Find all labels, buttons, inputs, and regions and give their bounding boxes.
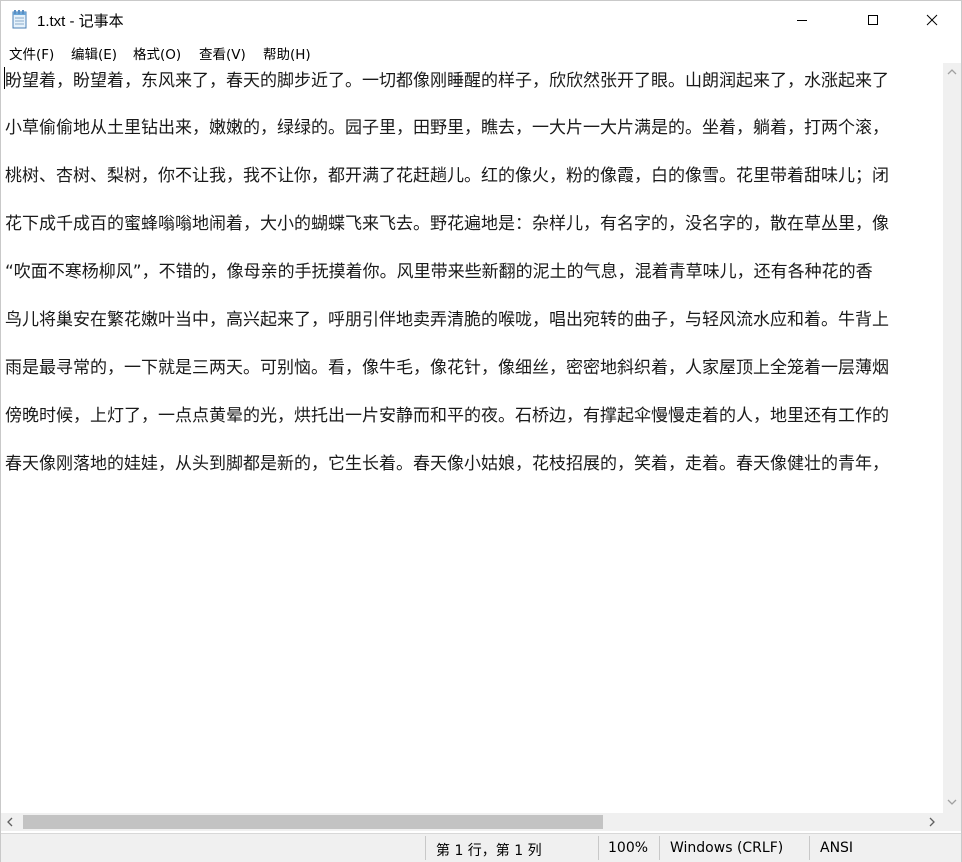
text-editor[interactable]: 盼望着，盼望着，东风来了，春天的脚步近了。一切都像刚睡醒的样子，欣欣然张开了眼。… — [1, 63, 943, 813]
menu-help[interactable]: 帮助(H) — [263, 43, 311, 63]
menu-view[interactable]: 查看(V) — [199, 43, 246, 63]
chevron-left-icon — [7, 817, 13, 827]
scroll-up-button[interactable] — [943, 63, 961, 81]
text-line: 鸟儿将巢安在繁花嫩叶当中，高兴起来了，呼朋引伴地卖弄清脆的喉咙，唱出宛转的曲子，… — [5, 310, 889, 330]
status-bar: 第 1 行，第 1 列 100% Windows (CRLF) ANSI — [1, 833, 961, 862]
menu-file[interactable]: 文件(F) — [9, 43, 54, 63]
notepad-app-icon[interactable] — [12, 10, 28, 29]
status-cursor-position: 第 1 行，第 1 列 — [436, 843, 542, 859]
scroll-right-button[interactable] — [923, 813, 941, 831]
minimize-icon — [797, 20, 807, 21]
status-separator — [809, 836, 810, 860]
menu-bar: 文件(F) 编辑(E) 格式(O) 查看(V) 帮助(H) — [1, 39, 961, 63]
text-line: 盼望着，盼望着，东风来了，春天的脚步近了。一切都像刚睡醒的样子，欣欣然张开了眼。… — [5, 71, 889, 91]
maximize-icon — [868, 15, 878, 25]
title-bar[interactable]: 1.txt - 记事本 — [1, 1, 961, 39]
close-icon — [926, 14, 938, 26]
vertical-scrollbar[interactable] — [943, 63, 961, 813]
text-line: 春天像刚落地的娃娃，从头到脚都是新的，它生长着。春天像小姑娘，花枝招展的，笑着，… — [5, 454, 889, 474]
close-button[interactable] — [909, 1, 955, 39]
scrollbar-corner — [943, 813, 961, 831]
status-separator — [659, 836, 660, 860]
horizontal-scrollbar[interactable] — [1, 813, 943, 831]
chevron-right-icon — [929, 817, 935, 827]
text-line: 小草偷偷地从土里钻出来，嫩嫩的，绿绿的。园子里，田野里，瞧去，一大片一大片满是的… — [5, 118, 889, 138]
chevron-up-icon — [947, 69, 957, 75]
status-separator — [425, 836, 426, 860]
notepad-window: 1.txt - 记事本 文件(F) 编辑(E) 格式(O) 查看(V) 帮助(H… — [0, 0, 962, 862]
text-line: 傍晚时候，上灯了，一点点黄晕的光，烘托出一片安静而和平的夜。石桥边，有撑起伞慢慢… — [5, 406, 889, 426]
text-line: “吹面不寒杨柳风”，不错的，像母亲的手抚摸着你。风里带来些新翻的泥土的气息，混着… — [5, 262, 873, 282]
text-line: 花下成千成百的蜜蜂嗡嗡地闹着，大小的蝴蝶飞来飞去。野花遍地是：杂样儿，有名字的，… — [5, 214, 889, 234]
menu-edit[interactable]: 编辑(E) — [71, 43, 117, 63]
maximize-button[interactable] — [850, 1, 896, 39]
status-line-ending: Windows (CRLF) — [670, 840, 784, 856]
scroll-left-button[interactable] — [1, 813, 19, 831]
horizontal-scroll-thumb[interactable] — [23, 815, 603, 829]
text-line: 雨是最寻常的，一下就是三两天。可别恼。看，像牛毛，像花针，像细丝，密密地斜织着，… — [5, 358, 889, 378]
status-separator — [598, 836, 599, 860]
status-encoding: ANSI — [820, 840, 854, 856]
window-title: 1.txt - 记事本 — [37, 13, 124, 30]
minimize-button[interactable] — [779, 1, 825, 39]
chevron-down-icon — [947, 799, 957, 805]
scroll-down-button[interactable] — [943, 793, 961, 811]
menu-format[interactable]: 格式(O) — [133, 43, 181, 63]
text-line: 桃树、杏树、梨树，你不让我，我不让你，都开满了花赶趟儿。红的像火，粉的像霞，白的… — [5, 166, 889, 186]
status-zoom: 100% — [608, 840, 649, 856]
text-caret — [4, 67, 5, 89]
